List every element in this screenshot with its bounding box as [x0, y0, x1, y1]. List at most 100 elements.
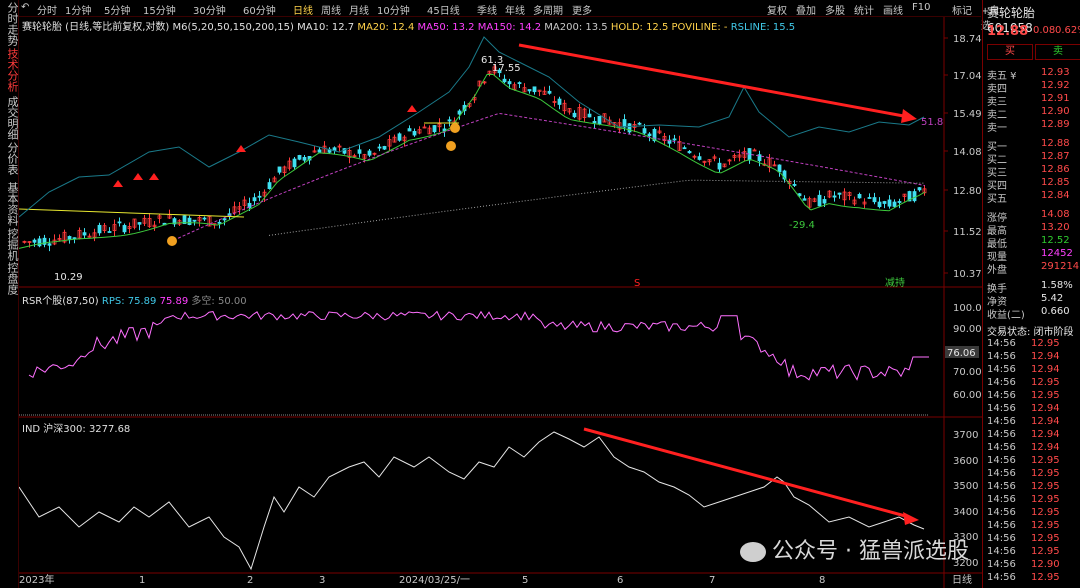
- rs-current-label: 51.8: [921, 117, 943, 128]
- ask-row: 卖一 12.89: [987, 119, 1080, 134]
- candle-body: [82, 232, 87, 236]
- tick-price: 12.95: [1031, 468, 1060, 479]
- period-tab-5[interactable]: 60分钟: [243, 2, 276, 17]
- period-tab-0[interactable]: 分时: [37, 2, 57, 17]
- period-tab-13[interactable]: 多周期: [533, 2, 563, 17]
- toolbar-btn-4[interactable]: 画线: [883, 2, 903, 17]
- tick-price: 12.94: [1031, 442, 1060, 453]
- tick-time: 14:56: [987, 546, 1016, 557]
- tick-time: 14:56: [987, 559, 1016, 570]
- main-legend: 赛轮轮胎 (日线,等比前复权,对数) M6(5,20,50,150,200,15…: [22, 18, 795, 33]
- tick-time: 14:56: [987, 377, 1016, 388]
- bid-row: 买二 12.87: [987, 151, 1080, 166]
- rs-line: [19, 36, 925, 218]
- candle-body: [532, 86, 537, 93]
- tick-price: 12.95: [1031, 533, 1060, 544]
- candle-body: [257, 195, 262, 198]
- candle-body: [67, 236, 72, 240]
- bid-row: 买四 12.85: [987, 177, 1080, 192]
- x-axis-label: 8: [819, 575, 825, 586]
- candle-body: [397, 133, 402, 141]
- back-arrow-icon[interactable]: ↶: [21, 2, 29, 13]
- candle-body: [917, 187, 922, 191]
- legend-ma200: MA200: 13.5: [544, 22, 608, 33]
- period-tab-9[interactable]: 10分钟: [377, 2, 410, 17]
- wechat-icon: [740, 542, 766, 562]
- candle-body: [527, 89, 532, 92]
- toolbar-btn-2[interactable]: 多股: [825, 2, 845, 17]
- left-tab-3[interactable]: 分价表: [0, 142, 19, 175]
- period-tab-4[interactable]: 30分钟: [193, 2, 226, 17]
- buy-button[interactable]: 买: [987, 44, 1033, 60]
- buy-signal-marker: [113, 180, 123, 187]
- period-tab-2[interactable]: 5分钟: [104, 2, 130, 17]
- tick-price: 12.90: [1031, 559, 1060, 570]
- bid-price: 12.84: [1041, 190, 1070, 201]
- left-tab-5[interactable]: 挖掘机: [0, 228, 19, 261]
- left-tab-2[interactable]: 成交明细: [0, 96, 19, 140]
- tick-price: 12.94: [1031, 364, 1060, 375]
- period-tab-11[interactable]: 季线: [477, 2, 497, 17]
- candle-body: [672, 138, 677, 141]
- legend-title: 赛轮轮胎 (日线,等比前复权,对数): [22, 22, 170, 33]
- candle-body: [432, 125, 437, 133]
- legend-ma10: MA10: 12.7: [297, 22, 355, 33]
- tick-row: 14:56 12.95: [987, 377, 1080, 390]
- ind-axis-label: 3500: [953, 481, 978, 492]
- hold-signal-marker: [450, 123, 460, 133]
- tick-time: 14:56: [987, 338, 1016, 349]
- candle-body: [622, 119, 627, 128]
- stat-value: 1.58%: [1041, 280, 1073, 291]
- quote-panel: 赛轮轮胎 60105812.880.080.62%买卖卖五 ¥12.93卖四12…: [982, 0, 1080, 588]
- candle-body: [297, 155, 302, 160]
- period-tab-10[interactable]: 45日线: [427, 2, 460, 17]
- toolbar-btn-3[interactable]: 统计: [854, 2, 874, 17]
- hold-signal-marker: [446, 141, 456, 151]
- candle-body: [267, 182, 272, 190]
- toolbar-btn-5[interactable]: F10: [912, 2, 930, 13]
- period-tab-12[interactable]: 年线: [505, 2, 525, 17]
- tick-row: 14:56 12.95: [987, 520, 1080, 533]
- left-tab-0[interactable]: 分时走势: [0, 2, 19, 46]
- rsr-duokong: 多空: 50.00: [191, 296, 247, 307]
- period-tab-1[interactable]: 1分钟: [65, 2, 91, 17]
- period-tab-8[interactable]: 月线: [349, 2, 369, 17]
- ask-price: 12.89: [1041, 119, 1070, 130]
- left-tab-6[interactable]: 控盘度: [0, 262, 19, 295]
- x-axis-label: 5: [522, 575, 528, 586]
- candle-body: [117, 221, 122, 224]
- candle-body: [192, 219, 197, 222]
- period-tab-3[interactable]: 15分钟: [143, 2, 176, 17]
- candle-body: [857, 194, 862, 199]
- candle-body: [627, 123, 632, 133]
- candle-body: [867, 197, 872, 199]
- left-tab-1[interactable]: 技术分析: [0, 48, 19, 92]
- tick-time: 14:56: [987, 494, 1016, 505]
- tick-row: 14:56 12.95: [987, 572, 1080, 585]
- stat-row: 外盘 291214: [987, 261, 1080, 276]
- period-tab-6[interactable]: 日线: [293, 2, 313, 17]
- tick-price: 12.95: [1031, 494, 1060, 505]
- candle-body: [697, 156, 702, 160]
- left-tabs: 分时走势技术分析成交明细分价表基本资料挖掘机 控盘度: [0, 0, 19, 588]
- sell-button[interactable]: 卖: [1035, 44, 1080, 60]
- period-tab-14[interactable]: 更多: [572, 2, 592, 17]
- period-tab-7[interactable]: 周线: [321, 2, 341, 17]
- candle-body: [642, 128, 647, 134]
- tick-time: 14:56: [987, 429, 1016, 440]
- left-tab-4[interactable]: 基本资料: [0, 182, 19, 226]
- candle-body: [252, 197, 257, 202]
- candle-body: [777, 164, 782, 173]
- ind-axis-label: 3400: [953, 507, 978, 518]
- rsr-axis-label: 60.00: [953, 390, 982, 401]
- tick-row: 14:56 12.94: [987, 429, 1080, 442]
- toolbar-btn-6[interactable]: 标记: [952, 2, 972, 17]
- tick-time: 14:56: [987, 442, 1016, 453]
- buy-signal-marker: [407, 105, 417, 112]
- buy-signal-marker: [133, 173, 143, 180]
- toolbar-btn-1[interactable]: 叠加: [796, 2, 816, 17]
- tick-row: 14:56 12.95: [987, 546, 1080, 559]
- toolbar-btn-0[interactable]: 复权: [767, 2, 787, 17]
- candle-body: [37, 238, 42, 247]
- bid-row: 买五 12.84: [987, 190, 1080, 205]
